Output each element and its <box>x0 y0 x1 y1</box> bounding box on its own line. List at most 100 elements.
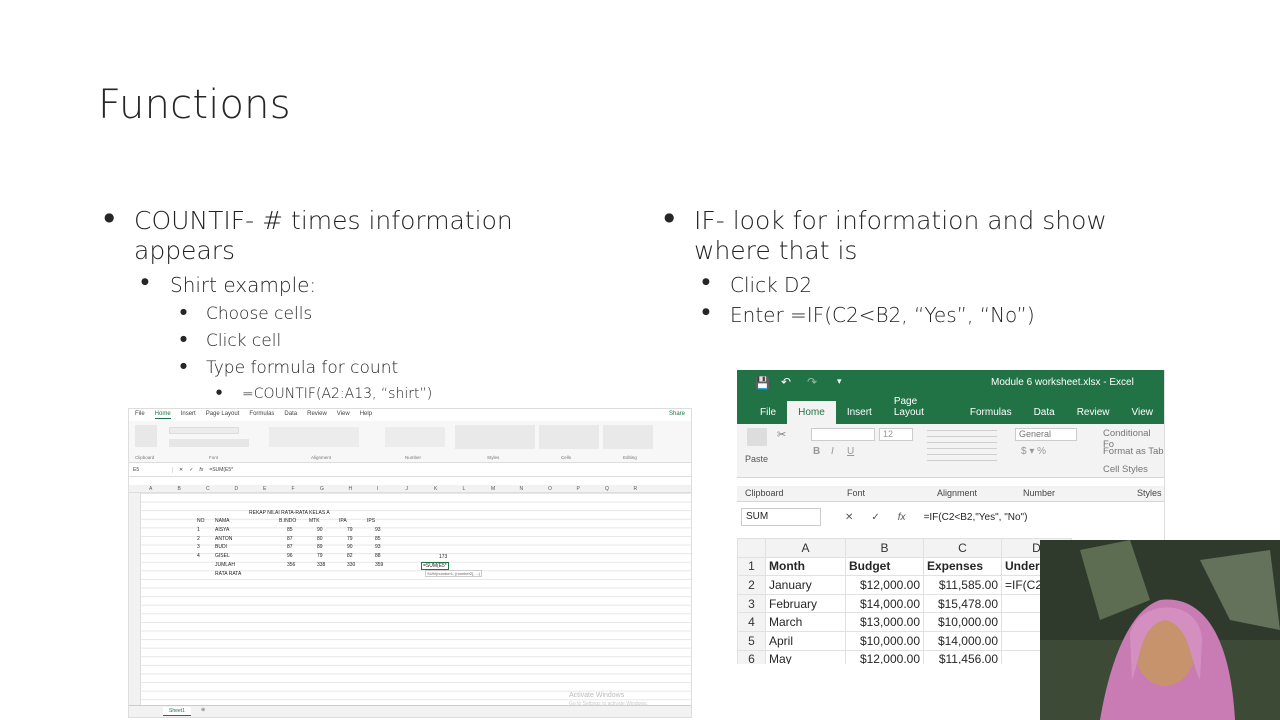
underline-button[interactable]: U <box>847 446 854 457</box>
row-header[interactable]: 6 <box>737 649 766 664</box>
number-buttons[interactable] <box>385 427 445 447</box>
italic-button[interactable]: I <box>831 446 834 457</box>
customize-icon[interactable]: ▾ <box>837 376 842 387</box>
small-formula-input[interactable]: =SUM(E5* <box>209 467 233 473</box>
cell-c[interactable]: $15,478.00 <box>923 593 1002 614</box>
save-icon[interactable]: 💾 <box>755 376 770 390</box>
clipboard-icon[interactable] <box>747 428 767 446</box>
small-col-header[interactable]: D <box>235 486 239 492</box>
table-cell[interactable]: 90 <box>317 527 323 533</box>
menu-help[interactable]: Help <box>360 411 372 419</box>
table-header-cell[interactable]: NO <box>197 518 205 524</box>
tab-home[interactable]: Home <box>787 401 836 424</box>
table-cell[interactable]: 93 <box>375 544 381 550</box>
menu-insert[interactable]: Insert <box>181 411 196 419</box>
cell-c[interactable]: Expenses <box>923 556 1002 577</box>
cancel-icon[interactable]: ✕ <box>179 467 183 473</box>
jumlah-cell[interactable]: 356 <box>287 562 295 568</box>
small-col-header[interactable]: M <box>491 486 495 492</box>
row-header[interactable]: 4 <box>737 612 766 632</box>
tab-file[interactable]: File <box>749 401 787 424</box>
small-col-header[interactable]: C <box>206 486 210 492</box>
table-cell[interactable]: 85 <box>375 536 381 542</box>
table-cell[interactable]: AISYA <box>215 527 229 533</box>
cell-a[interactable]: February <box>765 593 846 614</box>
cancel-icon[interactable]: ✕ <box>845 512 853 523</box>
small-col-header[interactable]: E <box>263 486 266 492</box>
bold-button[interactable]: B <box>813 446 820 457</box>
cell-styles-button[interactable]: Cell Styles <box>1103 464 1148 475</box>
table-cell[interactable]: 2 <box>197 536 200 542</box>
table-cell[interactable]: 87 <box>287 544 293 550</box>
cell-c[interactable]: $14,000.00 <box>923 630 1002 651</box>
table-cell[interactable]: 79 <box>347 536 353 542</box>
small-col-header[interactable]: B <box>178 486 181 492</box>
name-box[interactable]: SUM <box>741 508 821 526</box>
cell-b[interactable]: Budget <box>845 556 924 577</box>
menu-file[interactable]: File <box>135 411 145 419</box>
col-a-header[interactable]: A <box>765 538 846 558</box>
menu-view[interactable]: View <box>337 411 350 419</box>
table-header-cell[interactable]: B.INDO <box>279 518 296 524</box>
alignment-icons[interactable] <box>927 430 997 462</box>
tab-formulas[interactable]: Formulas <box>959 401 1023 424</box>
corner-cell[interactable] <box>737 538 766 558</box>
small-col-header[interactable]: R <box>634 486 638 492</box>
paste-button[interactable]: Paste <box>745 454 768 464</box>
table-header-cell[interactable]: MTK <box>309 518 320 524</box>
table-cell[interactable]: 87 <box>287 536 293 542</box>
undo-icon[interactable]: ↶ <box>781 375 791 389</box>
table-cell[interactable]: 80 <box>317 536 323 542</box>
cells-buttons[interactable] <box>539 425 599 449</box>
small-col-header[interactable]: A <box>149 486 152 492</box>
row-header[interactable]: 3 <box>737 593 766 614</box>
table-cell[interactable]: GISEL <box>215 553 230 559</box>
table-header-cell[interactable]: IPS <box>367 518 375 524</box>
menu-page-layout[interactable]: Page Layout <box>206 411 240 419</box>
formula-input[interactable]: =IF(C2<B2,"Yes", "No") <box>924 512 1028 523</box>
format-as-table-button[interactable]: Format as Tab <box>1103 446 1164 457</box>
small-col-header[interactable]: H <box>349 486 353 492</box>
cell-a[interactable]: March <box>765 612 846 632</box>
cell-a[interactable]: January <box>765 575 846 595</box>
small-col-header[interactable]: K <box>434 486 437 492</box>
fx-icon[interactable]: fx <box>898 512 906 523</box>
cell-b[interactable]: $13,000.00 <box>845 612 924 632</box>
menu-data[interactable]: Data <box>284 411 297 419</box>
table-cell[interactable]: 79 <box>317 553 323 559</box>
row-header[interactable]: 5 <box>737 630 766 651</box>
small-col-header[interactable]: I <box>377 486 378 492</box>
cell-b[interactable]: $12,000.00 <box>845 649 924 664</box>
small-grid[interactable] <box>141 493 691 705</box>
table-cell[interactable]: 82 <box>347 553 353 559</box>
currency-icon[interactable]: $ ▾ % <box>1021 446 1046 457</box>
small-col-header[interactable]: N <box>520 486 524 492</box>
jumlah-cell[interactable]: JUMLAH <box>215 562 235 568</box>
small-col-header[interactable]: G <box>320 486 324 492</box>
font-size-select[interactable]: 12 <box>879 428 913 441</box>
menu-home[interactable]: Home <box>154 411 171 419</box>
enter-icon[interactable]: ✓ <box>189 467 193 473</box>
cell-c[interactable]: $11,585.00 <box>923 575 1002 595</box>
alignment-buttons[interactable] <box>269 427 359 447</box>
cut-icon[interactable]: ✂ <box>777 428 786 441</box>
col-b-header[interactable]: B <box>845 538 924 558</box>
table-cell[interactable]: 96 <box>287 553 293 559</box>
font-select[interactable] <box>169 427 239 434</box>
row-header[interactable]: 2 <box>737 575 766 595</box>
paste-icon[interactable] <box>135 425 157 447</box>
small-col-header[interactable]: J <box>406 486 409 492</box>
redo-icon[interactable]: ↷ <box>807 375 817 389</box>
tab-insert[interactable]: Insert <box>836 401 883 424</box>
menu-review[interactable]: Review <box>307 411 327 419</box>
cell-c[interactable]: $11,456.00 <box>923 649 1002 664</box>
cell-c[interactable]: $10,000.00 <box>923 612 1002 632</box>
rata-rata-cell[interactable]: RATA RATA <box>215 571 241 577</box>
number-format-select[interactable]: General <box>1015 428 1077 441</box>
small-col-header[interactable]: P <box>577 486 580 492</box>
small-col-header[interactable]: O <box>548 486 552 492</box>
table-cell[interactable]: 3 <box>197 544 200 550</box>
row-header[interactable]: 1 <box>737 556 766 577</box>
table-cell[interactable]: 79 <box>347 527 353 533</box>
add-sheet-icon[interactable]: ⊕ <box>201 707 205 713</box>
